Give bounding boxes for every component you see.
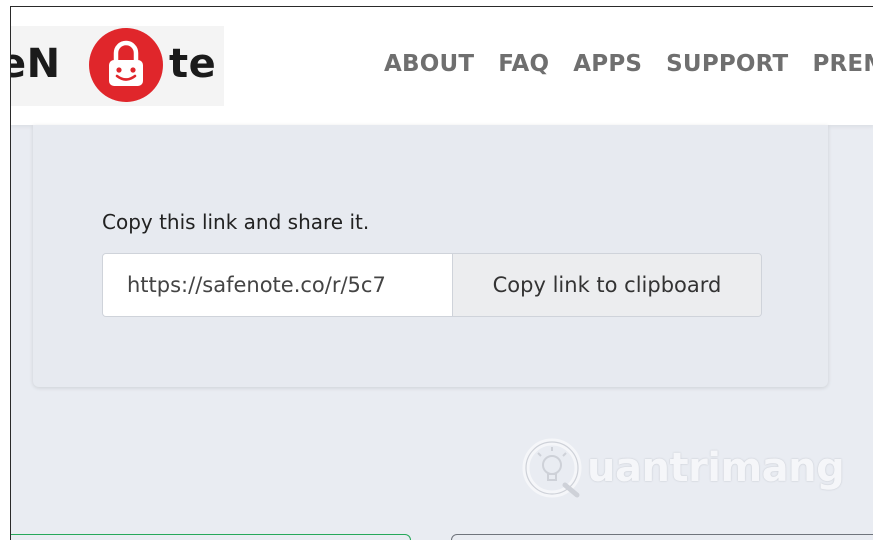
share-link-group: Copy link to clipboard bbox=[102, 253, 762, 317]
safenote-logo[interactable]: eN te bbox=[11, 26, 224, 106]
nav-faq[interactable]: FAQ bbox=[498, 51, 549, 77]
watermark-text: uantrimang bbox=[587, 445, 845, 491]
logo-text-right: te bbox=[169, 41, 217, 87]
copy-link-button[interactable]: Copy link to clipboard bbox=[453, 254, 761, 316]
nav-premium[interactable]: PREM bbox=[812, 51, 873, 77]
share-link-card: Copy this link and share it. Copy link t… bbox=[33, 125, 828, 387]
lightbulb-logo-icon bbox=[522, 438, 582, 498]
watermark: uantrimang bbox=[521, 437, 845, 499]
nav-about[interactable]: ABOUT bbox=[384, 51, 474, 77]
nav-support[interactable]: SUPPORT bbox=[666, 51, 788, 77]
nav-apps[interactable]: APPS bbox=[573, 51, 642, 77]
share-instruction: Copy this link and share it. bbox=[102, 210, 370, 234]
share-link-input[interactable] bbox=[103, 254, 453, 316]
bottom-green-button[interactable] bbox=[11, 534, 411, 540]
site-header: eN te ABOUT FAQ APPS SUPPORT PREM bbox=[11, 7, 873, 125]
browser-viewport: eN te ABOUT FAQ APPS SUPPORT PREM Copy t… bbox=[10, 6, 873, 540]
main-nav: ABOUT FAQ APPS SUPPORT PREM bbox=[384, 51, 873, 77]
logo-text-left: eN bbox=[11, 41, 61, 87]
lock-smiley-icon bbox=[89, 28, 163, 102]
bottom-gray-button[interactable] bbox=[451, 534, 873, 540]
